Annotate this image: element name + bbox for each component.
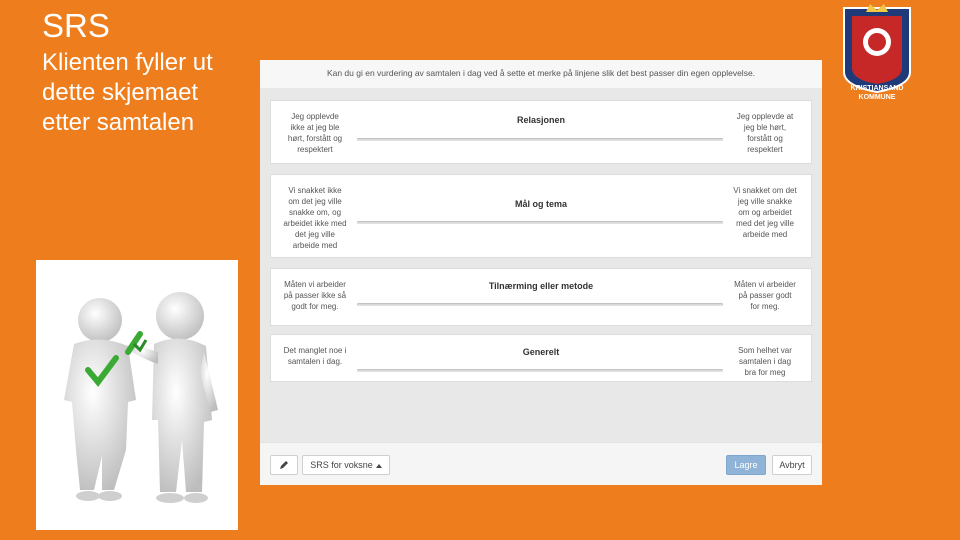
figures-illustration xyxy=(64,292,218,503)
row-title: Relasjonen xyxy=(516,115,565,125)
dropdown-label: SRS for voksne xyxy=(310,460,373,470)
form-type-dropdown[interactable]: SRS for voksne xyxy=(302,455,390,475)
rating-slider-track[interactable] xyxy=(357,369,723,372)
row-left-label: Måten vi arbeider på passer ikke så godt… xyxy=(283,280,347,311)
crest-line-1: KRISTIANSAND xyxy=(850,85,904,92)
row-title: Mål og tema xyxy=(514,199,567,209)
rating-slider-track[interactable] xyxy=(357,303,723,306)
rating-row-relasjonen: Jeg opplevde ikke at jeg ble hørt, forst… xyxy=(270,100,812,164)
row-left-label: Jeg opplevde ikke at jeg ble hørt, forst… xyxy=(287,112,343,154)
crest-label: KRISTIANSAND KOMMUNE xyxy=(838,84,916,102)
pencil-icon xyxy=(280,461,288,469)
row-left-label: Vi snakket ikke om det jeg ville snakke … xyxy=(283,186,347,250)
row-right-label: Jeg opplevde at jeg ble hørt, forstått o… xyxy=(736,112,794,154)
edit-button[interactable] xyxy=(270,455,298,475)
form-instruction: Kan du gi en vurdering av samtalen i dag… xyxy=(260,60,822,88)
srs-form: Kan du gi en vurdering av samtalen i dag… xyxy=(260,60,822,485)
rating-row-mal-og-tema: Vi snakket ikke om det jeg ville snakke … xyxy=(270,174,812,258)
row-right-label: Måten vi arbeider på passer godt for meg… xyxy=(734,280,796,311)
row-right-label: Som helhet var samtalen i dag bra for me… xyxy=(738,346,792,377)
cancel-button[interactable]: Avbryt xyxy=(772,455,812,475)
slide-subtitle: Klienten fyller ut dette skjemaet etter … xyxy=(42,49,213,136)
rating-row-generelt: Det manglet noe i samtalen i dag. Genere… xyxy=(270,334,812,382)
crest-line-2: KOMMUNE xyxy=(858,94,896,101)
row-title: Generelt xyxy=(522,347,560,357)
illustration xyxy=(36,260,238,530)
row-right-label: Vi snakket om det jeg ville snakke om og… xyxy=(733,186,797,239)
save-button[interactable]: Lagre xyxy=(726,455,766,475)
caret-up-icon xyxy=(375,463,382,468)
row-left-label: Det manglet noe i samtalen i dag. xyxy=(283,346,347,366)
rating-row-tilnaerming: Måten vi arbeider på passer ikke så godt… xyxy=(270,268,812,326)
rating-slider-track[interactable] xyxy=(357,138,723,141)
form-footer: SRS for voksne Lagre Avbryt xyxy=(260,442,822,485)
rating-slider-track[interactable] xyxy=(357,221,723,224)
row-title: Tilnærming eller metode xyxy=(488,281,594,291)
slide-title: SRS xyxy=(42,7,110,44)
